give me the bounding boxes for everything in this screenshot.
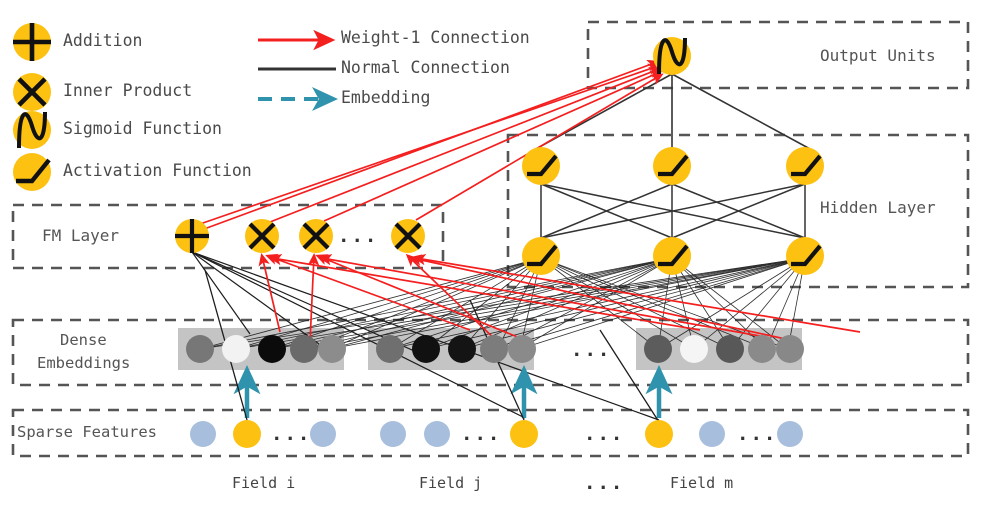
sparse-circle-active — [233, 420, 261, 448]
sparse-circle — [380, 421, 406, 447]
sparse-circle — [310, 421, 336, 447]
fm-inner-product-node-1 — [245, 219, 279, 253]
sparse-ellipsis-4: ... — [737, 423, 778, 445]
output-units-label: Output Units — [820, 46, 936, 65]
hidden-node-bottom-2 — [653, 237, 691, 275]
hidden-node-bottom-1 — [522, 237, 560, 275]
fm-layer-label: FM Layer — [42, 226, 120, 245]
cross-circle-icon — [13, 73, 51, 111]
hidden-layer-label: Hidden Layer — [820, 198, 936, 217]
sparse-ellipsis-2: ... — [461, 423, 502, 445]
hidden-node-top-3 — [786, 147, 824, 185]
hidden-node-top-1 — [522, 147, 560, 185]
sparse-circle — [424, 421, 450, 447]
fm-layer-ellipsis: ... — [338, 225, 379, 247]
legend-label-activation-function: Activation Function — [63, 161, 252, 180]
sparse-ellipsis-3: ... — [584, 423, 625, 445]
field-label-m: Field m — [670, 474, 734, 492]
dense-embeddings-label-line1: Dense — [60, 331, 107, 349]
legend-connection-icons — [258, 29, 338, 111]
field-label-ellipsis: ... — [584, 472, 625, 494]
legend-label-inner-product: Inner Product — [63, 81, 193, 100]
hidden-layer-connections — [540, 183, 806, 239]
legend-label-addition: Addition — [63, 31, 143, 50]
hidden-node-bottom-3 — [786, 237, 824, 275]
fm-inner-product-node-3 — [391, 219, 425, 253]
legend-label-embedding: Embedding — [341, 88, 431, 107]
legend-label-normal-connection: Normal Connection — [341, 58, 510, 77]
dense-embeddings-label-line2: Embeddings — [37, 354, 131, 372]
sparse-ellipsis-1: ... — [271, 423, 312, 445]
activation-circle-icon — [13, 153, 51, 191]
legend-symbol-icons — [13, 23, 51, 191]
legend-label-sigmoid-function: Sigmoid Function — [63, 119, 222, 138]
diagram-canvas: Addition Inner Product Sigmoid Function … — [0, 0, 990, 505]
hidden-to-output-connections — [533, 73, 813, 151]
dense-embeddings-ellipsis: ... — [571, 339, 612, 361]
sparse-circle-active — [510, 420, 538, 448]
fm-layer-nodes — [175, 219, 425, 253]
sparse-circle — [699, 421, 725, 447]
field-label-i: Field i — [232, 474, 296, 492]
sparse-circle — [777, 421, 803, 447]
embedding-arrows — [233, 365, 673, 418]
plus-circle-icon — [13, 23, 51, 61]
fm-inner-product-node-2 — [299, 219, 333, 253]
sparse-features-label: Sparse Features — [17, 423, 157, 441]
sparse-circle — [190, 421, 216, 447]
legend-label-weight1-connection: Weight-1 Connection — [341, 28, 530, 47]
hidden-node-top-2 — [653, 147, 691, 185]
sigmoid-circle-icon — [13, 111, 51, 149]
sparse-circle-active — [645, 420, 673, 448]
fm-addition-node — [175, 219, 209, 253]
field-label-j: Field j — [419, 474, 483, 492]
output-sigmoid-node — [653, 37, 691, 75]
